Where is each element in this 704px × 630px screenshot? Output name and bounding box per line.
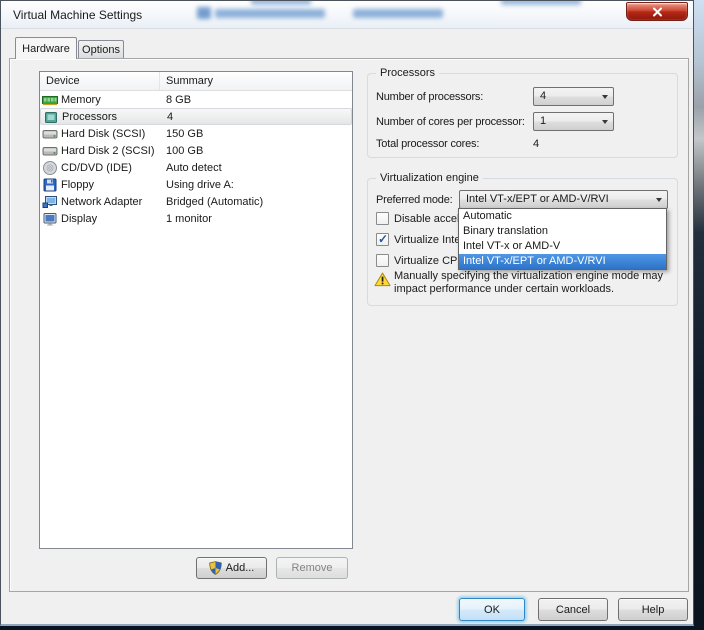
- close-button[interactable]: [626, 2, 688, 21]
- hard-disk-icon: [42, 126, 58, 142]
- checkbox-box[interactable]: [376, 254, 389, 267]
- device-row-cd-dvd[interactable]: CD/DVD (IDE) Auto detect: [40, 159, 352, 176]
- background-blur-blob: [353, 9, 443, 18]
- help-button[interactable]: Help: [618, 598, 688, 621]
- chevron-down-icon: [602, 95, 608, 102]
- ok-button[interactable]: OK: [459, 598, 525, 621]
- preferred-mode-label: Preferred mode:: [376, 194, 453, 206]
- uac-shield-icon: [208, 561, 222, 575]
- preferred-mode-combo[interactable]: Intel VT-x/EPT or AMD-V/RVI: [459, 190, 668, 209]
- processor-icon: [43, 109, 59, 125]
- num-processors-value: 4: [540, 90, 547, 102]
- device-row-network-adapter[interactable]: Network Adapter Bridged (Automatic): [40, 193, 352, 210]
- checkbox-virtualize-vtx[interactable]: Virtualize Intel: [376, 232, 463, 246]
- device-row-processors[interactable]: Processors 4: [40, 108, 352, 125]
- device-name: Hard Disk 2 (SCSI): [61, 144, 155, 157]
- device-row-floppy[interactable]: Floppy Using drive A:: [40, 176, 352, 193]
- checkbox-disable-acceleration[interactable]: Disable acceler: [376, 212, 469, 225]
- close-icon: [652, 7, 662, 16]
- num-cores-label: Number of cores per processor:: [376, 116, 525, 128]
- tab-options[interactable]: Options: [78, 40, 124, 59]
- preferred-mode-value: Intel VT-x/EPT or AMD-V/RVI: [466, 193, 609, 205]
- cancel-button-label: Cancel: [555, 603, 591, 616]
- dropdown-option-binary-translation[interactable]: Binary translation: [459, 224, 666, 239]
- device-summary: 1 monitor: [166, 212, 212, 225]
- background-blur-blob: [251, 1, 311, 5]
- chevron-down-icon: [656, 198, 662, 205]
- device-row-memory[interactable]: Memory 8 GB: [40, 91, 352, 108]
- device-summary: Using drive A:: [166, 178, 234, 191]
- device-summary: 150 GB: [166, 127, 204, 140]
- background-blur-blob: [215, 9, 325, 18]
- device-name: Display: [61, 212, 98, 225]
- display-icon: [42, 211, 58, 227]
- device-list[interactable]: Device Summary Memory 8 GB Processors 4 …: [39, 71, 353, 549]
- checkbox-virtualize-cpu-counters[interactable]: Virtualize CPU: [376, 254, 465, 267]
- background-window-edge: [693, 0, 704, 630]
- dropdown-option-automatic[interactable]: Automatic: [459, 209, 666, 224]
- add-device-button[interactable]: Add...: [196, 557, 267, 579]
- num-processors-label: Number of processors:: [376, 91, 484, 103]
- ok-button-label: OK: [484, 603, 500, 616]
- device-summary: 4: [167, 110, 174, 123]
- warning-text-line2: impact performance under certain workloa…: [394, 283, 615, 295]
- device-summary: Auto detect: [166, 161, 222, 174]
- screen: Virtual Machine Settings Hardware Option…: [0, 0, 704, 630]
- hard-disk-icon: [42, 143, 58, 159]
- checkbox-box[interactable]: [376, 232, 389, 246]
- checkbox-label: Virtualize CPU: [394, 254, 466, 267]
- floppy-icon: [42, 177, 58, 193]
- device-name: Hard Disk (SCSI): [61, 127, 146, 140]
- virtualization-group-title: Virtualization engine: [376, 172, 483, 184]
- dropdown-option-vtx-amdv[interactable]: Intel VT-x or AMD-V: [459, 239, 666, 254]
- virtual-machine-settings-dialog: Virtual Machine Settings Hardware Option…: [0, 0, 694, 626]
- device-summary: 8 GB: [166, 93, 192, 106]
- remove-button-label: Remove: [291, 562, 333, 574]
- remove-device-button: Remove: [276, 557, 348, 579]
- add-button-label: Add...: [225, 562, 255, 574]
- device-name: CD/DVD (IDE): [61, 161, 132, 174]
- device-row-display[interactable]: Display 1 monitor: [40, 210, 352, 227]
- device-name: Memory: [61, 93, 101, 106]
- column-header-summary[interactable]: Summary: [160, 72, 352, 90]
- num-cores-combo[interactable]: 1: [533, 112, 614, 131]
- device-list-header[interactable]: Device Summary: [40, 72, 352, 91]
- checkbox-box[interactable]: [376, 212, 389, 225]
- window-title: Virtual Machine Settings: [13, 8, 143, 22]
- background-blur-blob: [197, 7, 211, 19]
- total-cores-label: Total processor cores:: [376, 138, 480, 150]
- device-summary: Bridged (Automatic): [166, 195, 264, 208]
- background-blur-blob: [501, 1, 581, 5]
- device-name: Network Adapter: [61, 195, 143, 208]
- preferred-mode-dropdown-list[interactable]: Automatic Binary translation Intel VT-x …: [458, 208, 667, 270]
- total-cores-value: 4: [533, 138, 540, 150]
- warning-text-line1: Manually specifying the virtualization e…: [394, 270, 664, 282]
- device-name: Floppy: [61, 178, 95, 191]
- warning-icon: [374, 272, 391, 290]
- cd-dvd-icon: [42, 160, 58, 176]
- title-bar[interactable]: Virtual Machine Settings: [1, 1, 693, 29]
- network-adapter-icon: [42, 194, 58, 210]
- num-cores-value: 1: [540, 115, 547, 127]
- device-row-hard-disk[interactable]: Hard Disk (SCSI) 150 GB: [40, 125, 352, 142]
- device-row-hard-disk-2[interactable]: Hard Disk 2 (SCSI) 100 GB: [40, 142, 352, 159]
- device-summary: 100 GB: [166, 144, 204, 157]
- memory-icon: [42, 92, 58, 108]
- dropdown-option-vtx-ept-amdv-rvi[interactable]: Intel VT-x/EPT or AMD-V/RVI: [459, 254, 666, 269]
- column-header-device[interactable]: Device: [40, 72, 160, 90]
- checkbox-label: Virtualize Intel: [394, 233, 463, 246]
- num-processors-combo[interactable]: 4: [533, 87, 614, 106]
- cancel-button[interactable]: Cancel: [538, 598, 608, 621]
- help-button-label: Help: [641, 603, 665, 616]
- device-name: Processors: [62, 110, 118, 123]
- processors-group-title: Processors: [376, 67, 440, 79]
- chevron-down-icon: [602, 120, 608, 127]
- tab-hardware[interactable]: Hardware: [15, 37, 77, 59]
